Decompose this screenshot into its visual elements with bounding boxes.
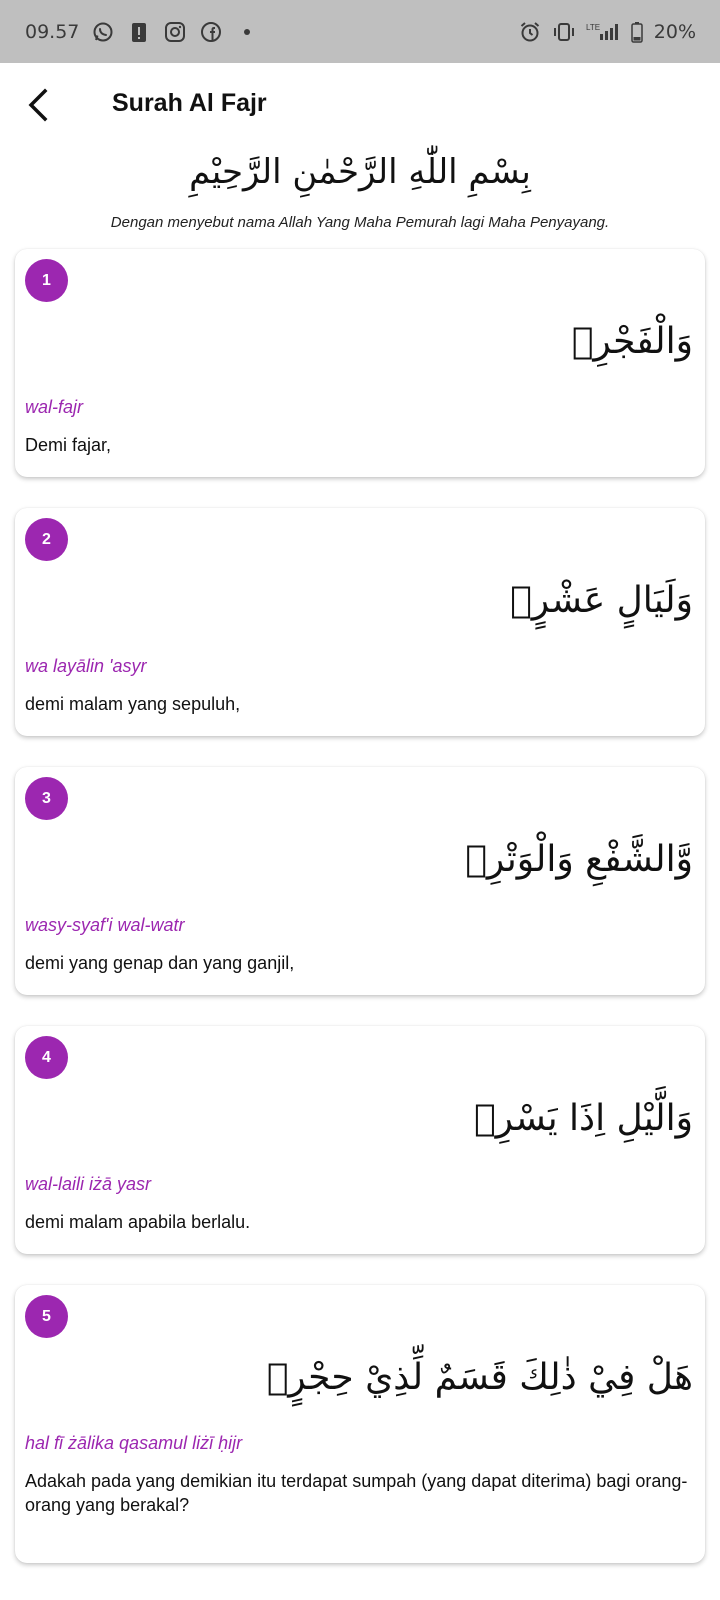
ayah-card[interactable]: 5 هَلْ فِيْ ذٰلِكَ قَسَمٌ لِّذِيْ حِجْرٍ… — [15, 1285, 705, 1563]
ayah-latin: wasy-syaf'i wal-watr — [25, 915, 185, 936]
whatsapp-icon — [91, 20, 115, 44]
ayah-arabic: هَلْ فِيْ ذٰلِكَ قَسَمٌ لِّذِيْ حِجْرٍۗ — [266, 1357, 693, 1398]
ayah-translation: demi yang genap dan yang ganjil, — [25, 953, 295, 974]
ayah-number-badge: 2 — [25, 518, 68, 561]
instagram-icon — [163, 20, 187, 44]
ayah-latin: wa layālin 'asyr — [25, 656, 147, 677]
ayah-card[interactable]: 1 وَالْفَجْرِۙ wal-fajr Demi fajar, — [15, 249, 705, 477]
ayah-arabic: وَالْفَجْرِۙ — [571, 321, 693, 362]
ayah-card[interactable]: 4 وَالَّيْلِ اِذَا يَسْرِۚ wal-laili iżā… — [15, 1026, 705, 1254]
ayah-latin: wal-fajr — [25, 397, 84, 418]
alarm-icon — [518, 20, 542, 44]
battery-icon — [630, 20, 644, 44]
ayah-number-badge: 4 — [25, 1036, 68, 1079]
lte-signal-icon: LTE — [586, 20, 620, 44]
battery-level: 20% — [653, 20, 696, 43]
arrow-back-icon — [28, 88, 48, 122]
status-time: 09.57 — [25, 20, 80, 43]
ayah-number-badge: 1 — [25, 259, 68, 302]
ayah-list: 1 وَالْفَجْرِۙ wal-fajr Demi fajar, 2 وَ… — [15, 249, 705, 1594]
vibrate-icon — [552, 20, 576, 44]
ayah-card[interactable]: 2 وَلَيَالٍ عَشْرٍۙ wa layālin 'asyr dem… — [15, 508, 705, 736]
ayah-arabic: وَلَيَالٍ عَشْرٍۙ — [510, 580, 693, 621]
ayah-latin: wal-laili iżā yasr — [25, 1174, 152, 1195]
status-bar-left: 09.57 — [25, 20, 259, 44]
alert-icon — [127, 20, 151, 44]
ayah-translation: Demi fajar, — [25, 435, 112, 456]
ayah-translation: demi malam apabila berlalu. — [25, 1212, 251, 1233]
lte-label: LTE — [586, 23, 600, 32]
page-title: Surah Al Fajr — [112, 89, 267, 117]
status-bar: 09.57 LTE 20% — [0, 0, 720, 63]
ayah-number-badge: 3 — [25, 777, 68, 820]
ayah-arabic: وَالَّيْلِ اِذَا يَسْرِۚ — [473, 1098, 693, 1139]
facebook-icon — [199, 20, 223, 44]
ayah-translation: demi malam yang sepuluh, — [25, 694, 241, 715]
bismillah-translation: Dengan menyebut nama Allah Yang Maha Pem… — [110, 214, 610, 231]
back-button[interactable] — [18, 85, 58, 125]
ayah-number-badge: 5 — [25, 1295, 68, 1338]
app-bar: Surah Al Fajr — [0, 63, 720, 149]
bismillah-arabic: بِسْمِ اللّٰهِ الرَّحْمٰنِ الرَّحِيْمِ — [189, 152, 531, 192]
dot-icon — [235, 20, 259, 44]
status-bar-right: LTE 20% — [518, 20, 696, 44]
ayah-arabic: وَّالشَّفْعِ وَالْوَتْرِۙ — [465, 839, 693, 880]
ayah-latin: hal fī żālika qasamul liżī ḥijr — [25, 1433, 243, 1454]
ayah-card[interactable]: 3 وَّالشَّفْعِ وَالْوَتْرِۙ wasy-syaf'i … — [15, 767, 705, 995]
ayah-translation: Adakah pada yang demikian itu terdapat s… — [25, 1471, 688, 1515]
